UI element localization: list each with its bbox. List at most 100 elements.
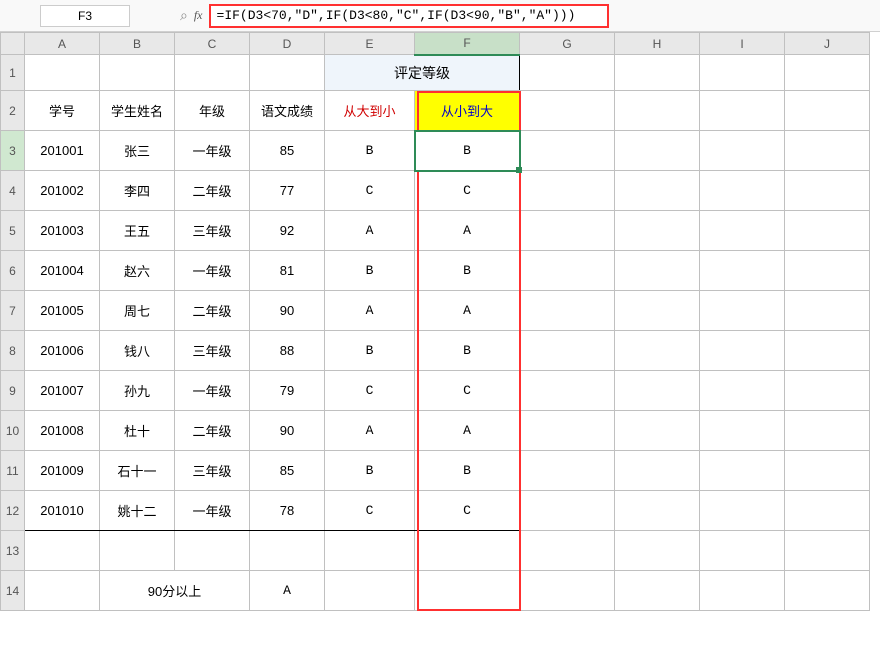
cell-C1[interactable]: [175, 55, 250, 91]
cell-I7[interactable]: [700, 291, 785, 331]
cell-F14[interactable]: [415, 571, 520, 611]
row-header-3[interactable]: 3: [1, 131, 25, 171]
cell-H4[interactable]: [615, 171, 700, 211]
cell-C7[interactable]: 二年级: [175, 291, 250, 331]
cell-A7[interactable]: 201005: [25, 291, 100, 331]
cell-C9[interactable]: 一年级: [175, 371, 250, 411]
select-all-corner[interactable]: [1, 33, 25, 55]
cell-H14[interactable]: [615, 571, 700, 611]
cell-B14-C14-merged[interactable]: 90分以上: [100, 571, 250, 611]
row-header-12[interactable]: 12: [1, 491, 25, 531]
col-header-I[interactable]: I: [700, 33, 785, 55]
cell-H2[interactable]: [615, 91, 700, 131]
cell-B5[interactable]: 王五: [100, 211, 175, 251]
cell-C3[interactable]: 一年级: [175, 131, 250, 171]
cell-H1[interactable]: [615, 55, 700, 91]
cell-D4[interactable]: 77: [250, 171, 325, 211]
cell-F9[interactable]: C: [415, 371, 520, 411]
cell-E10[interactable]: A: [325, 411, 415, 451]
cell-H8[interactable]: [615, 331, 700, 371]
cell-A3[interactable]: 201001: [25, 131, 100, 171]
cell-H9[interactable]: [615, 371, 700, 411]
cell-E8[interactable]: B: [325, 331, 415, 371]
cell-A4[interactable]: 201002: [25, 171, 100, 211]
grid[interactable]: A B C D E F G H I J 1 评定等级 2 学号 学生姓名: [0, 32, 870, 611]
cell-J5[interactable]: [785, 211, 870, 251]
cell-D13[interactable]: [250, 531, 325, 571]
cell-B6[interactable]: 赵六: [100, 251, 175, 291]
cell-C5[interactable]: 三年级: [175, 211, 250, 251]
cell-F8[interactable]: B: [415, 331, 520, 371]
cell-G7[interactable]: [520, 291, 615, 331]
cell-B12[interactable]: 姚十二: [100, 491, 175, 531]
cell-G6[interactable]: [520, 251, 615, 291]
col-header-A[interactable]: A: [25, 33, 100, 55]
cell-E2[interactable]: 从大到小: [325, 91, 415, 131]
cell-F2[interactable]: 从小到大: [415, 91, 520, 131]
cell-B9[interactable]: 孙九: [100, 371, 175, 411]
row-header-14[interactable]: 14: [1, 571, 25, 611]
cell-G9[interactable]: [520, 371, 615, 411]
cell-B10[interactable]: 杜十: [100, 411, 175, 451]
search-icon[interactable]: ⌕: [180, 7, 188, 24]
cell-J12[interactable]: [785, 491, 870, 531]
col-header-G[interactable]: G: [520, 33, 615, 55]
col-header-D[interactable]: D: [250, 33, 325, 55]
cell-A8[interactable]: 201006: [25, 331, 100, 371]
cell-J14[interactable]: [785, 571, 870, 611]
cell-D1[interactable]: [250, 55, 325, 91]
cell-A9[interactable]: 201007: [25, 371, 100, 411]
cell-B8[interactable]: 钱八: [100, 331, 175, 371]
cell-I12[interactable]: [700, 491, 785, 531]
cell-C11[interactable]: 三年级: [175, 451, 250, 491]
cell-F6[interactable]: B: [415, 251, 520, 291]
cell-I4[interactable]: [700, 171, 785, 211]
cell-D2[interactable]: 语文成绩: [250, 91, 325, 131]
cell-J3[interactable]: [785, 131, 870, 171]
cell-I14[interactable]: [700, 571, 785, 611]
cell-G8[interactable]: [520, 331, 615, 371]
cell-E9[interactable]: C: [325, 371, 415, 411]
cell-E3[interactable]: B: [325, 131, 415, 171]
cell-B3[interactable]: 张三: [100, 131, 175, 171]
cell-G4[interactable]: [520, 171, 615, 211]
cell-C6[interactable]: 一年级: [175, 251, 250, 291]
cell-H7[interactable]: [615, 291, 700, 331]
col-header-B[interactable]: B: [100, 33, 175, 55]
cell-B11[interactable]: 石十一: [100, 451, 175, 491]
cell-E13[interactable]: [325, 531, 415, 571]
cell-G3[interactable]: [520, 131, 615, 171]
cell-F11[interactable]: B: [415, 451, 520, 491]
cell-D14[interactable]: A: [250, 571, 325, 611]
cell-G14[interactable]: [520, 571, 615, 611]
cell-I1[interactable]: [700, 55, 785, 91]
cell-I8[interactable]: [700, 331, 785, 371]
cell-A12[interactable]: 201010: [25, 491, 100, 531]
cell-J13[interactable]: [785, 531, 870, 571]
cell-J8[interactable]: [785, 331, 870, 371]
cell-H5[interactable]: [615, 211, 700, 251]
cell-E4[interactable]: C: [325, 171, 415, 211]
row-header-1[interactable]: 1: [1, 55, 25, 91]
cell-H10[interactable]: [615, 411, 700, 451]
cell-A14[interactable]: [25, 571, 100, 611]
cell-F4[interactable]: C: [415, 171, 520, 211]
cell-D12[interactable]: 78: [250, 491, 325, 531]
cell-I13[interactable]: [700, 531, 785, 571]
col-header-J[interactable]: J: [785, 33, 870, 55]
cell-H12[interactable]: [615, 491, 700, 531]
row-header-7[interactable]: 7: [1, 291, 25, 331]
cell-J11[interactable]: [785, 451, 870, 491]
cell-G11[interactable]: [520, 451, 615, 491]
row-header-6[interactable]: 6: [1, 251, 25, 291]
cell-I9[interactable]: [700, 371, 785, 411]
cell-I5[interactable]: [700, 211, 785, 251]
cell-H3[interactable]: [615, 131, 700, 171]
cell-D3[interactable]: 85: [250, 131, 325, 171]
col-header-E[interactable]: E: [325, 33, 415, 55]
cell-I2[interactable]: [700, 91, 785, 131]
cell-E14[interactable]: [325, 571, 415, 611]
row-header-10[interactable]: 10: [1, 411, 25, 451]
cell-C10[interactable]: 二年级: [175, 411, 250, 451]
cell-C2[interactable]: 年级: [175, 91, 250, 131]
